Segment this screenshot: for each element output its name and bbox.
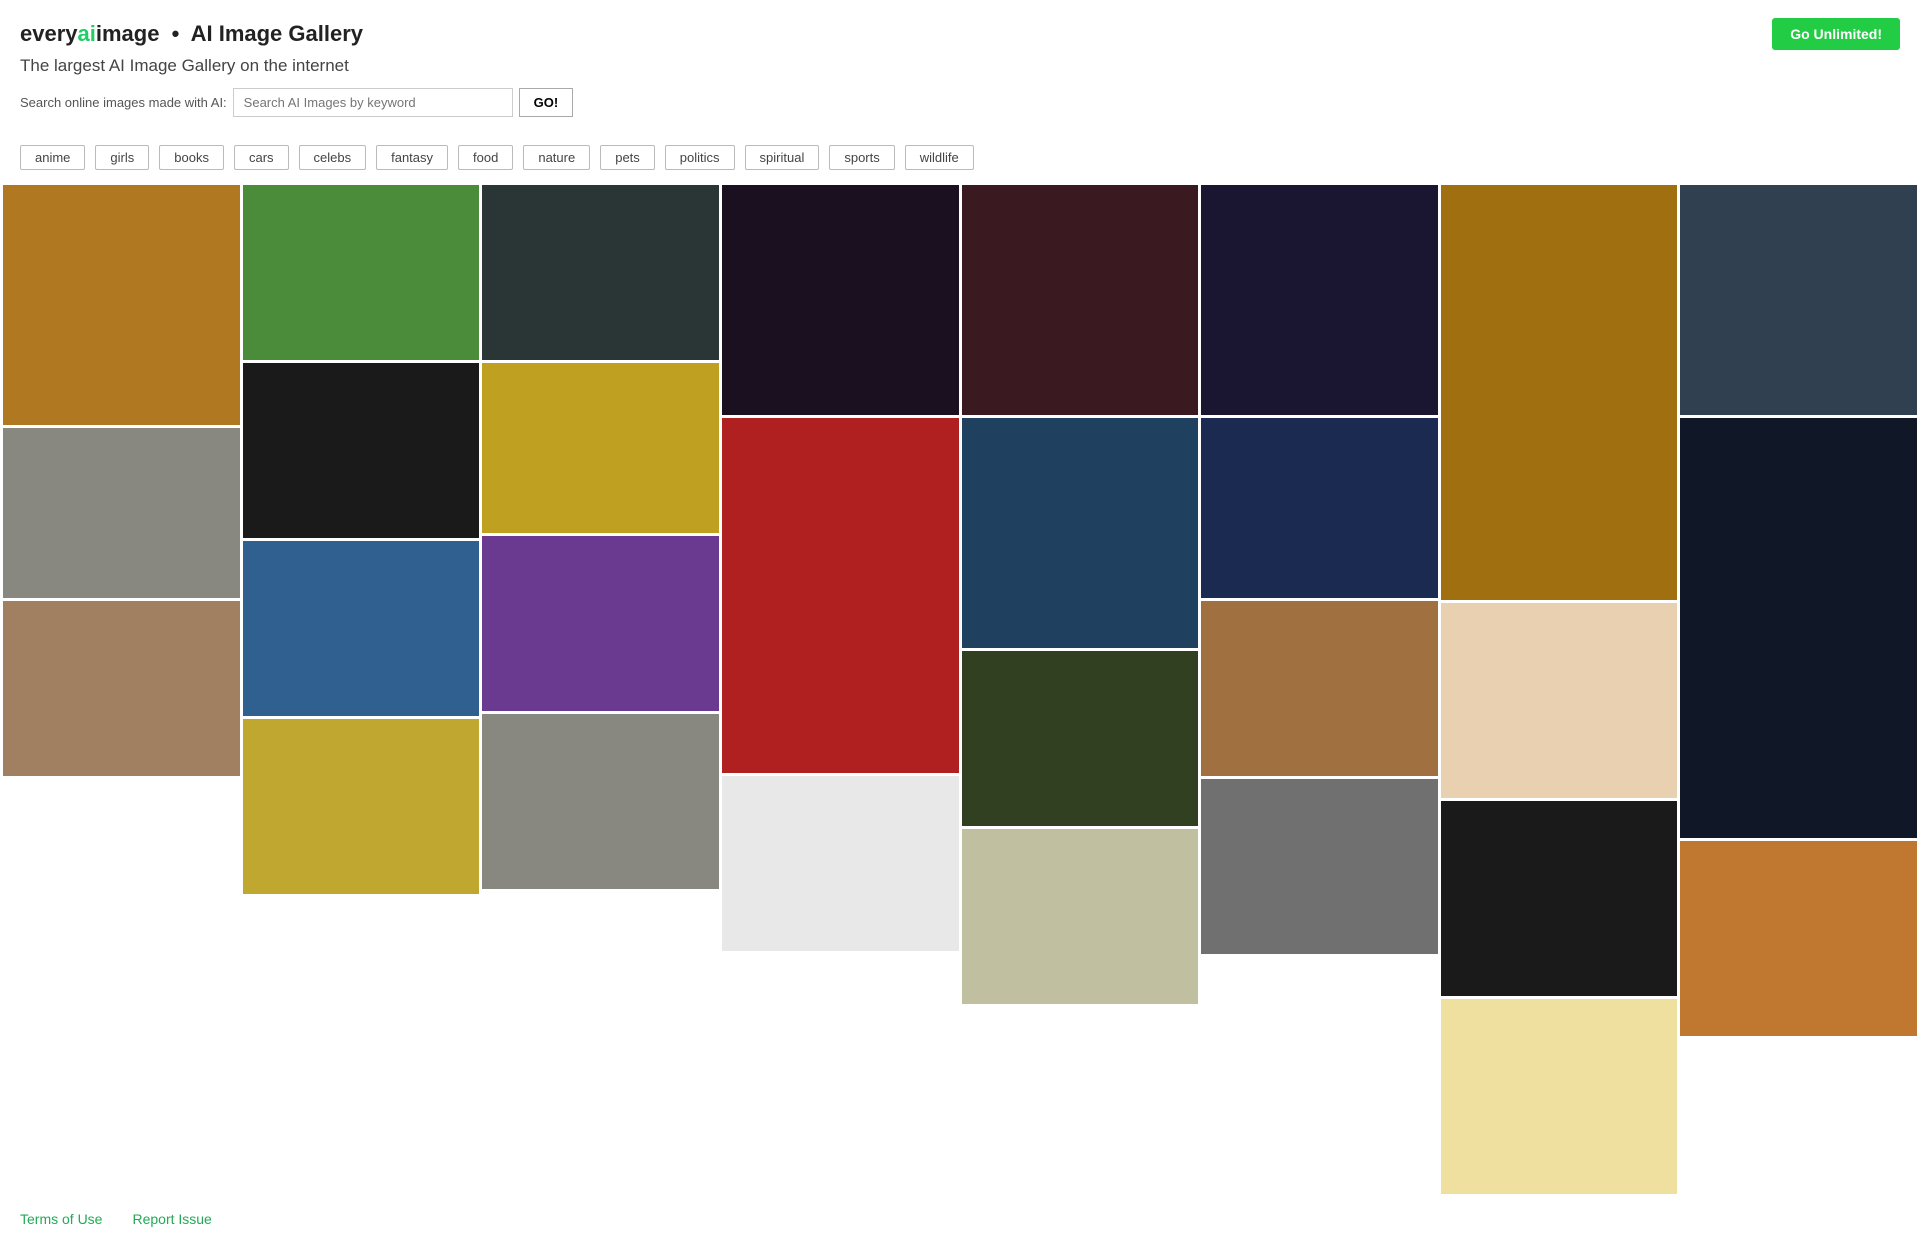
tag-wildlife[interactable]: wildlife <box>905 145 974 170</box>
tag-politics[interactable]: politics <box>665 145 735 170</box>
search-input[interactable] <box>233 88 513 117</box>
logo-image: image <box>96 21 160 46</box>
gallery-image[interactable] <box>243 541 480 716</box>
search-row: Search online images made with AI: GO! <box>20 88 1900 117</box>
tag-celebs[interactable]: celebs <box>299 145 367 170</box>
gallery-column-2 <box>482 185 719 1194</box>
gallery-image[interactable] <box>962 829 1199 1004</box>
gallery-image[interactable] <box>1680 185 1917 415</box>
tag-nature[interactable]: nature <box>523 145 590 170</box>
tag-cars[interactable]: cars <box>234 145 289 170</box>
gallery-image[interactable] <box>482 714 719 889</box>
footer: Terms of Use Report Issue <box>0 1197 1920 1241</box>
tagline: The largest AI Image Gallery on the inte… <box>20 56 1900 76</box>
gallery-image[interactable] <box>1441 185 1678 600</box>
tag-spiritual[interactable]: spiritual <box>745 145 820 170</box>
gallery-image[interactable] <box>243 363 480 538</box>
gallery-image[interactable] <box>722 185 959 415</box>
terms-of-use-link[interactable]: Terms of Use <box>20 1211 102 1227</box>
gallery-image[interactable] <box>482 536 719 711</box>
search-label: Search online images made with AI: <box>20 95 227 110</box>
gallery-image[interactable] <box>722 776 959 951</box>
gallery-column-1 <box>243 185 480 1194</box>
gallery-image[interactable] <box>1441 603 1678 798</box>
gallery-image[interactable] <box>1201 185 1438 415</box>
gallery-image[interactable] <box>722 418 959 773</box>
gallery-image[interactable] <box>1680 841 1917 1036</box>
gallery-image[interactable] <box>1201 601 1438 776</box>
tag-sports[interactable]: sports <box>829 145 894 170</box>
logo-gallery-text: AI Image Gallery <box>191 21 363 46</box>
logo-ai: ai <box>78 21 96 46</box>
gallery-image[interactable] <box>3 185 240 425</box>
gallery-column-3 <box>722 185 959 1194</box>
gallery-image[interactable] <box>962 185 1199 415</box>
report-issue-link[interactable]: Report Issue <box>132 1211 211 1227</box>
tag-books[interactable]: books <box>159 145 224 170</box>
gallery-image[interactable] <box>3 601 240 776</box>
gallery-image[interactable] <box>3 428 240 598</box>
gallery-image[interactable] <box>243 185 480 360</box>
gallery-column-7 <box>1680 185 1917 1194</box>
gallery-column-0 <box>3 185 240 1194</box>
gallery-column-6 <box>1441 185 1678 1194</box>
gallery-image[interactable] <box>482 363 719 533</box>
gallery-image[interactable] <box>1441 801 1678 996</box>
gallery-image[interactable] <box>1680 418 1917 838</box>
tag-girls[interactable]: girls <box>95 145 149 170</box>
tag-fantasy[interactable]: fantasy <box>376 145 448 170</box>
go-button[interactable]: GO! <box>519 88 574 117</box>
gallery-column-5 <box>1201 185 1438 1194</box>
gallery-column-4 <box>962 185 1199 1194</box>
gallery-image[interactable] <box>1441 999 1678 1194</box>
logo-separator: • <box>172 21 180 46</box>
tag-pets[interactable]: pets <box>600 145 655 170</box>
gallery-image[interactable] <box>962 418 1199 648</box>
gallery-image[interactable] <box>243 719 480 894</box>
gallery-image[interactable] <box>1201 418 1438 598</box>
gallery-image[interactable] <box>962 651 1199 826</box>
tag-food[interactable]: food <box>458 145 513 170</box>
logo: everyaiimage • AI Image Gallery <box>20 21 363 47</box>
logo-every: every <box>20 21 78 46</box>
header: everyaiimage • AI Image Gallery Go Unlim… <box>0 0 1920 141</box>
tag-anime[interactable]: anime <box>20 145 85 170</box>
gallery-image[interactable] <box>1201 779 1438 954</box>
tags-row: anime girls books cars celebs fantasy food natu… <box>0 141 1920 182</box>
gallery <box>0 182 1920 1197</box>
gallery-image[interactable] <box>482 185 719 360</box>
go-unlimited-button[interactable]: Go Unlimited! <box>1772 18 1900 50</box>
